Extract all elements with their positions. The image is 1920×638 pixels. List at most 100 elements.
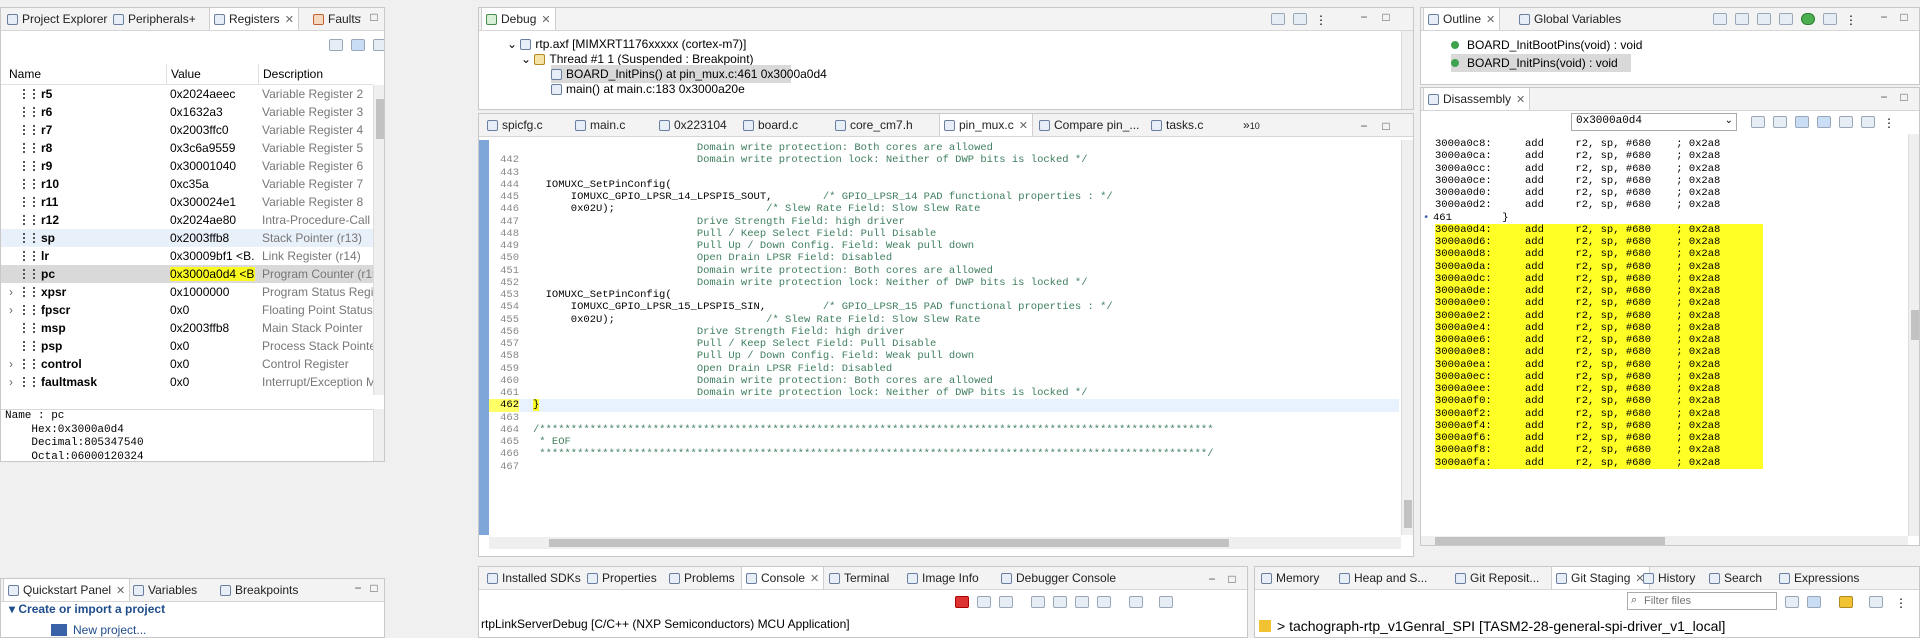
register-row[interactable]: r9 0x30001040 Variable Register 6 [1,157,373,175]
tab-global-variables[interactable]: Global Variables [1515,8,1625,30]
new-view-icon[interactable] [1839,116,1853,128]
close-icon[interactable]: ✕ [285,14,294,26]
minimize-icon[interactable]: − [1207,573,1217,585]
register-value-cell[interactable]: 0x1000000 [170,283,255,301]
editor-tab[interactable]: 0x223104 [655,114,731,136]
disassembly-line[interactable]: 3000a0d8: add r2, sp, #680 ; 0x2a8 [1435,248,1763,261]
tab-project-explorer[interactable]: Project Explorer [3,8,111,30]
new-project-link[interactable]: New project... [51,623,146,637]
tab-registers[interactable]: Registers ✕ [209,8,299,30]
filter-files-field[interactable] [1644,594,1772,608]
remove-launch-icon[interactable] [977,596,991,608]
editor-tab[interactable]: tasks.c [1147,114,1207,136]
disassembly-line[interactable]: 3000a0cc: add r2, sp, #680 ; 0x2a8 [1421,163,1901,175]
git-panel-tab[interactable]: Search [1705,567,1766,589]
disassembly-line[interactable]: 3000a0e6: add r2, sp, #680 ; 0x2a8 [1435,334,1763,347]
register-row[interactable]: › faultmask 0x0 Interrupt/Exception Mask Re… [1,373,373,391]
clear-console-icon[interactable] [1031,596,1045,608]
editor-tab[interactable]: main.c [571,114,629,136]
maximize-icon[interactable]: □ [369,582,379,594]
disassembly-line[interactable]: 3000a0fa: add r2, sp, #680 ; 0x2a8 [1435,456,1763,469]
debug-scrollbar[interactable] [1401,31,1413,109]
green-dot-icon[interactable] [1801,13,1815,25]
git-panel-tab[interactable]: Git Reposit... [1451,567,1543,589]
disassembly-line[interactable]: 3000a0ee: add r2, sp, #680 ; 0x2a8 [1435,383,1763,396]
tab-quickstart[interactable]: Quickstart Panel ✕ [3,579,131,601]
terminate-icon[interactable] [955,596,969,608]
sort-icon[interactable] [1713,13,1727,25]
editor-tab[interactable]: board.c [739,114,802,136]
disassembly-line[interactable]: 3000a0c8: add r2, sp, #680 ; 0x2a8 [1421,138,1901,150]
git-panel-tab[interactable]: History [1639,567,1699,589]
collapse-all-icon[interactable] [329,39,343,51]
console-tab[interactable]: Console ✕ [741,567,825,589]
address-combo[interactable]: 0x3000a0d4 ⌄ [1571,113,1737,131]
editor-tab[interactable]: Compare pin_... [1035,114,1143,136]
register-row[interactable]: sp 0x2003ffb8 Stack Pointer (r13) [1,229,373,247]
collapse-icon[interactable] [1271,13,1285,25]
register-row[interactable]: r8 0x3c6a9559 Variable Register 5 [1,139,373,157]
tab-outline[interactable]: Outline ✕ [1423,8,1501,30]
scroll-thumb[interactable] [1404,500,1412,528]
register-row[interactable]: pc 0x3000a0d4 <B... Program Counter (r15) [1,265,373,283]
disassembly-line[interactable]: 3000a0d6: add r2, sp, #680 ; 0x2a8 [1435,236,1763,249]
register-row[interactable]: psp 0x0 Process Stack Pointer [1,337,373,355]
register-row[interactable]: r11 0x300024e1 Variable Register 8 [1,193,373,211]
hscroll-thumb[interactable] [549,539,1229,547]
disassembly-hscrollbar[interactable] [1421,536,1908,545]
register-value-cell[interactable]: 0x2003ffb8 [170,319,255,337]
show-source-icon[interactable] [1817,116,1831,128]
disassembly-line[interactable]: 3000a0f8: add r2, sp, #680 ; 0x2a8 [1435,444,1763,457]
disassembly-line[interactable]: 3000a0e2: add r2, sp, #680 ; 0x2a8 [1435,309,1763,322]
view-menu-icon[interactable]: ⋮ [1883,116,1897,130]
register-row[interactable]: r5 0x2024aeec Variable Register 2 [1,85,373,103]
link-icon[interactable] [351,39,365,51]
link-with-editor-icon[interactable] [1795,116,1809,128]
close-icon[interactable]: ✕ [116,585,125,597]
disassembly-line[interactable]: 3000a0f2: add r2, sp, #680 ; 0x2a8 [1435,407,1763,420]
close-icon[interactable]: ✕ [810,573,819,585]
console-tab[interactable]: Problems [665,567,739,589]
console-tab[interactable]: Properties [583,567,661,589]
scroll-lock-icon[interactable] [1053,596,1067,608]
minimize-icon[interactable]: − [1879,11,1889,23]
remove-all-icon[interactable] [999,596,1013,608]
repo-icon[interactable] [1839,596,1853,608]
detail-scrollbar[interactable] [373,409,384,461]
column-header-name[interactable]: Name [9,64,41,84]
register-row[interactable]: › xpsr 0x1000000 Program Status Register [1,283,373,301]
debug-frame[interactable]: main() at main.c:183 0x3000a20e [551,80,1399,98]
hscroll-thumb[interactable] [1435,537,1665,545]
outline-item[interactable]: BOARD_InitBootPins(void) : void [1451,36,1919,54]
close-icon[interactable]: ✕ [1019,120,1028,132]
register-value-cell[interactable]: 0x2024aeec [170,85,255,103]
editor-tab[interactable]: pin_mux.c ✕ [939,114,1033,136]
minimize-icon[interactable]: − [353,582,363,594]
tree-view-icon[interactable] [1807,596,1821,608]
disassembly-line[interactable]: 3000a0ec: add r2, sp, #680 ; 0x2a8 [1435,370,1763,383]
maximize-icon[interactable]: □ [1227,573,1237,585]
minimize-icon[interactable]: − [353,11,363,23]
git-panel-tab[interactable]: Git Staging ✕ [1551,567,1650,589]
console-tab[interactable]: Installed SDKs [483,567,585,589]
register-value-cell[interactable]: 0x3000a0d4 <B... [170,265,255,283]
disassembly-line[interactable]: 3000a0d0: add r2, sp, #680 ; 0x2a8 [1421,187,1901,199]
disassembly-line[interactable]: 3000a0e4: add r2, sp, #680 ; 0x2a8 [1435,321,1763,334]
console-tab[interactable]: Debugger Console [997,567,1120,589]
disassembly-list[interactable]: 3000a0c8: add r2, sp, #680 ; 0x2a8 3000a0c… [1421,136,1901,536]
disassembly-line[interactable]: 3000a0e0: add r2, sp, #680 ; 0x2a8 [1435,297,1763,310]
sash-left[interactable] [385,7,478,638]
editor-tab[interactable]: core_cm7.h [831,114,917,136]
view-menu-icon[interactable]: ⋮ [1895,596,1909,610]
hide-static-icon[interactable] [1757,13,1771,25]
disassembly-line[interactable]: 3000a0f0: add r2, sp, #680 ; 0x2a8 [1435,395,1763,408]
disassembly-line[interactable]: 3000a0ca: add r2, sp, #680 ; 0x2a8 [1421,150,1901,162]
editor-tab[interactable]: spicfg.c [483,114,547,136]
hash-icon[interactable] [1823,13,1837,25]
register-value-cell[interactable]: 0x0 [170,373,255,391]
register-value-cell[interactable]: 0x2003ffb8 [170,229,255,247]
scroll-thumb[interactable] [376,99,384,139]
register-row[interactable]: r6 0x1632a3 Variable Register 3 [1,103,373,121]
register-value-cell[interactable]: 0x0 [170,337,255,355]
git-panel-tab[interactable]: Memory [1257,567,1323,589]
